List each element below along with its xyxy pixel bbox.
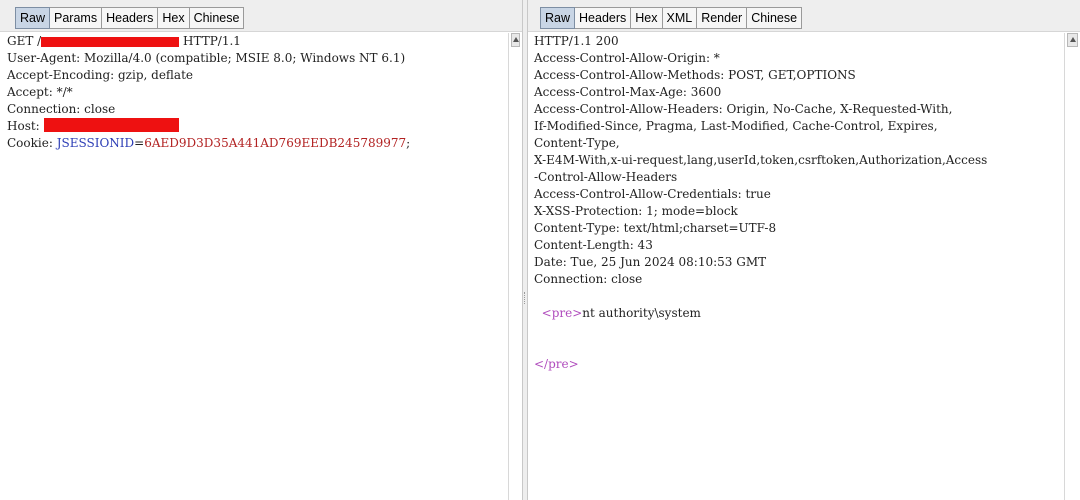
- response-line: Access-Control-Allow-Credentials: true: [534, 187, 771, 201]
- response-body-close: </pre>: [534, 356, 1064, 373]
- response-line: -Control-Allow-Headers: [534, 170, 678, 184]
- request-tab-hex[interactable]: Hex: [158, 7, 190, 29]
- response-tab-render[interactable]: Render: [697, 7, 748, 29]
- request-scrollbar[interactable]: [508, 33, 522, 500]
- response-panel: Raw Headers Hex XML Render Chinese HTTP/…: [527, 0, 1080, 500]
- response-line: Access-Control-Max-Age: 3600: [534, 85, 722, 99]
- response-tab-raw[interactable]: Raw: [540, 7, 576, 29]
- connection-header: Connection: close: [7, 102, 116, 116]
- request-protocol: HTTP/1.1: [179, 34, 241, 48]
- request-tab-chinese[interactable]: Chinese: [189, 7, 245, 29]
- response-tab-xml[interactable]: XML: [662, 7, 698, 29]
- response-tab-hex[interactable]: Hex: [631, 7, 663, 29]
- pre-close-tag: </pre>: [534, 357, 579, 371]
- arrow-up-icon: [512, 37, 519, 42]
- response-body-output: <pre>nt authority\system: [534, 305, 1064, 322]
- cookie-value: 6AED9D3D35A441AD769EEDB245789977: [144, 136, 407, 150]
- response-scroll-up-button[interactable]: [1067, 33, 1078, 47]
- accept-encoding-header: Accept-Encoding: gzip, deflate: [7, 68, 194, 82]
- response-tab-headers[interactable]: Headers: [575, 7, 632, 29]
- request-text-area[interactable]: GET / HTTP/1.1 User-Agent: Mozilla/4.0 (c…: [0, 33, 508, 500]
- request-tabbar: Raw Params Headers Hex Chinese: [0, 0, 522, 32]
- host-label: Host:: [7, 119, 44, 133]
- response-tabbar: Raw Headers Hex XML Render Chinese: [528, 0, 1080, 32]
- response-line: Content-Length: 43: [534, 238, 653, 252]
- request-line: GET / HTTP/1.1: [7, 33, 508, 50]
- request-tab-params[interactable]: Params: [50, 7, 103, 29]
- host-header: Host:: [7, 117, 508, 135]
- request-panel: Raw Params Headers Hex Chinese GET / HTT…: [0, 0, 523, 500]
- response-line: X-E4M-With,x-ui-request,lang,userId,toke…: [534, 153, 988, 167]
- pre-open-tag: <pre>: [541, 306, 583, 320]
- cookie-label: Cookie:: [7, 136, 57, 150]
- cookie-header: Cookie: JSESSIONID=6AED9D3D35A441AD769EE…: [7, 135, 508, 152]
- redacted-host: [43, 117, 179, 132]
- response-scrollbar[interactable]: [1064, 33, 1080, 500]
- request-scroll-up-button[interactable]: [511, 33, 520, 47]
- response-line: Content-Type,: [534, 136, 620, 150]
- cookie-name: JSESSIONID: [56, 136, 135, 150]
- command-output: nt authority\system: [582, 306, 701, 320]
- splitter-grip-icon: [524, 292, 526, 304]
- redacted-path: [41, 36, 180, 47]
- arrow-up-icon: [1069, 37, 1076, 42]
- cookie-semicolon: ;: [406, 136, 411, 150]
- response-line: Access-Control-Allow-Origin: *: [534, 51, 720, 65]
- response-line: Access-Control-Allow-Methods: POST, GET,…: [534, 68, 856, 82]
- accept-header: Accept: */*: [7, 85, 73, 99]
- cookie-equals: =: [134, 136, 145, 150]
- request-tab-headers[interactable]: Headers: [102, 7, 159, 29]
- request-method: GET /: [7, 34, 42, 48]
- response-text-area[interactable]: HTTP/1.1 200 Access-Control-Allow-Origin:…: [528, 33, 1064, 500]
- user-agent-header: User-Agent: Mozilla/4.0 (compatible; MSI…: [7, 51, 406, 65]
- response-line: Date: Tue, 25 Jun 2024 08:10:53 GMT: [534, 255, 767, 269]
- response-line: Content-Type: text/html;charset=UTF-8: [534, 221, 777, 235]
- response-line: Access-Control-Allow-Headers: Origin, No…: [534, 102, 953, 116]
- response-line: Connection: close: [534, 272, 643, 286]
- response-line: X-XSS-Protection: 1; mode=block: [534, 204, 738, 218]
- response-tab-chinese[interactable]: Chinese: [747, 7, 803, 29]
- response-line: HTTP/1.1 200: [534, 34, 619, 48]
- response-line: If-Modified-Since, Pragma, Last-Modified…: [534, 119, 938, 133]
- request-tab-raw[interactable]: Raw: [15, 7, 51, 29]
